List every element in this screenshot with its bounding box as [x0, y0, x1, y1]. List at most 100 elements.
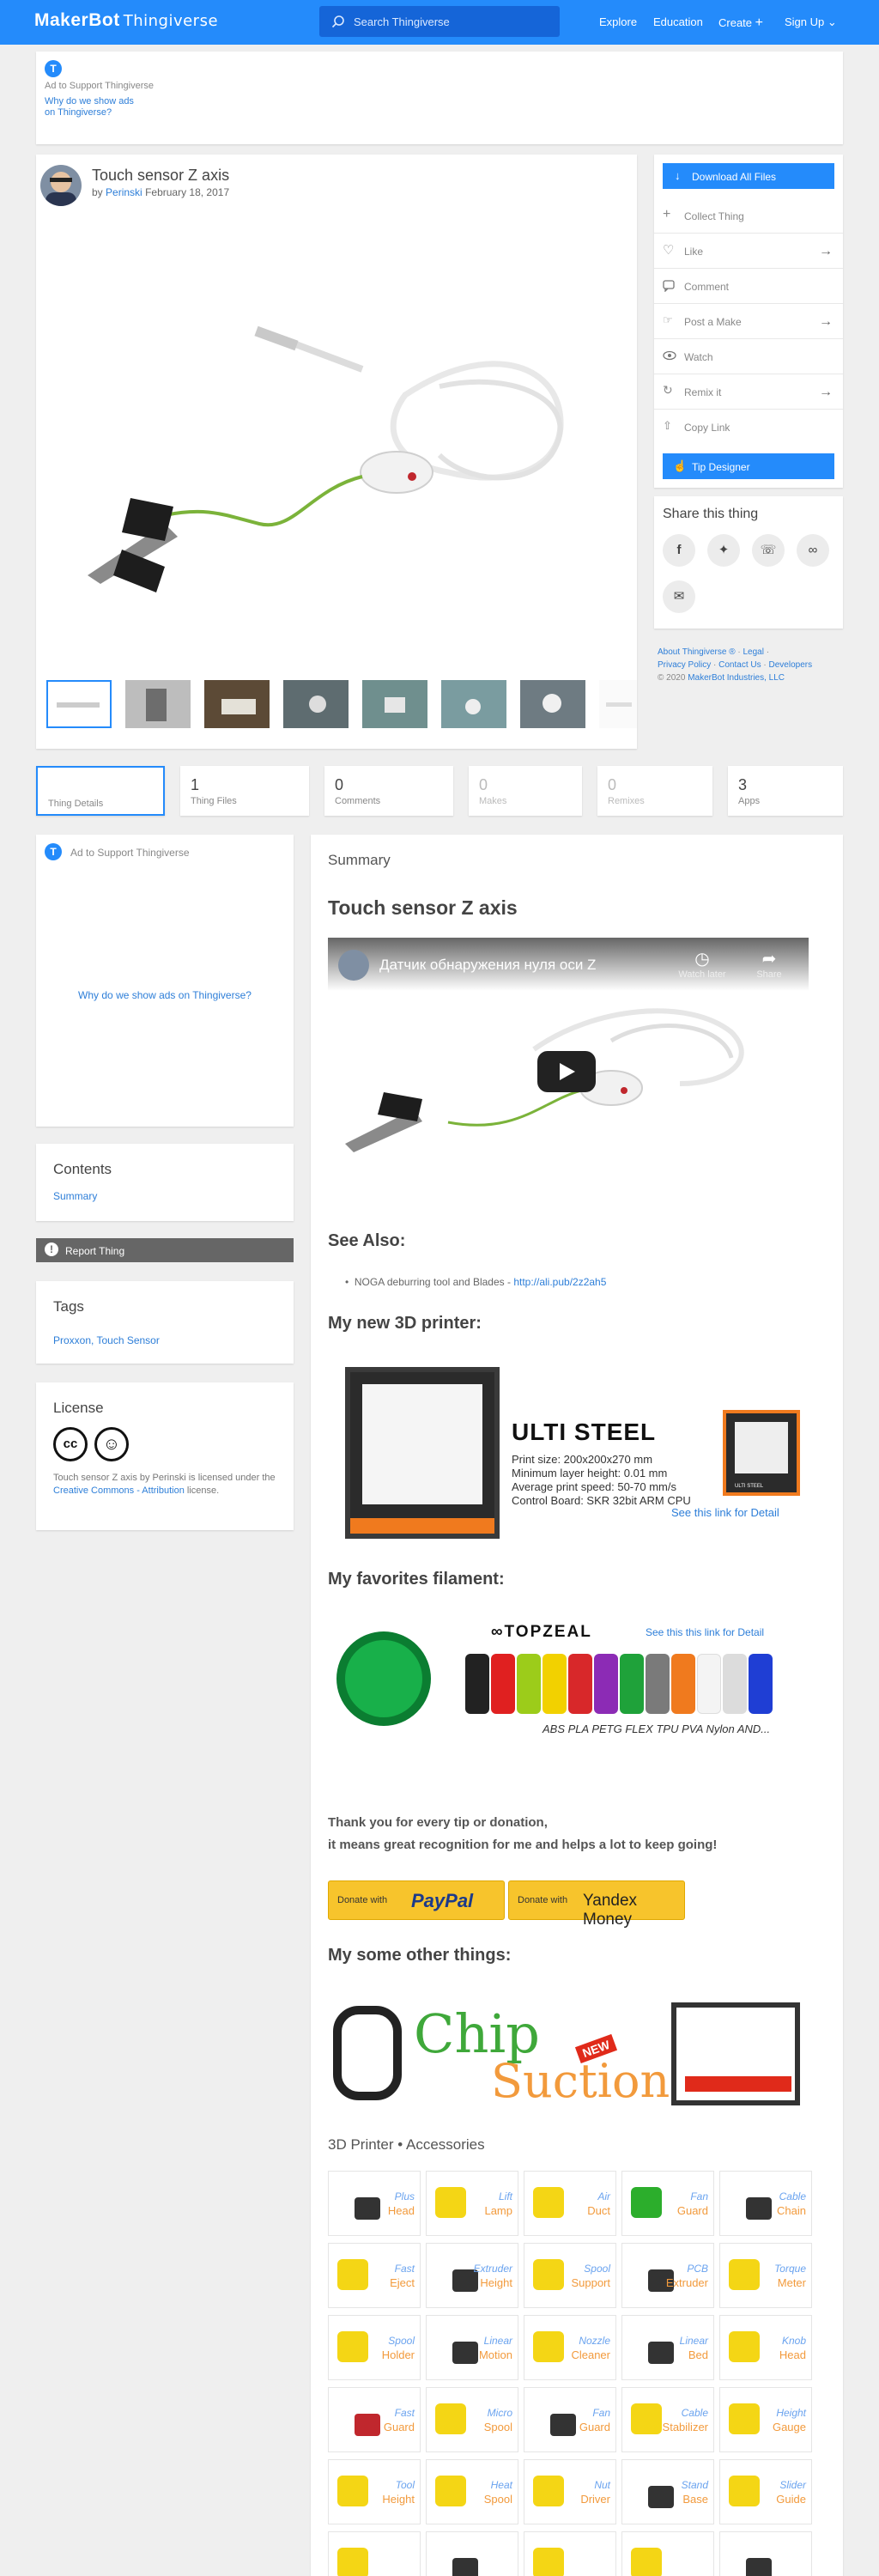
accessory-tile[interactable]: Extruder Height: [426, 2243, 518, 2308]
download-all-files-button[interactable]: ↓ Download All Files: [663, 163, 834, 189]
accessory-tile[interactable]: Fast Guard: [328, 2387, 421, 2452]
tab-thing-details[interactable]: Thing Details: [36, 766, 165, 816]
link-icon[interactable]: ∞: [797, 534, 829, 567]
logo-product: Thingiverse: [123, 12, 219, 30]
accessory-tile[interactable]: Height Gauge: [719, 2387, 812, 2452]
accessory-tile[interactable]: Air Duct: [524, 2171, 616, 2236]
twitter-icon[interactable]: ✦: [707, 534, 740, 567]
accessory-tile[interactable]: PCB Extruder: [621, 2243, 714, 2308]
thumbnail-6[interactable]: [441, 680, 506, 728]
accessory-tile[interactable]: [426, 2531, 518, 2576]
tab-makes[interactable]: 0 Makes: [469, 766, 582, 816]
thumbnail-3[interactable]: [204, 680, 270, 728]
contact-link[interactable]: Contact Us: [718, 660, 761, 670]
see-also-link[interactable]: http://ali.pub/2z2ah5: [513, 1276, 606, 1288]
copy-link-item[interactable]: ⇧ Copy Link: [654, 410, 843, 445]
channel-avatar[interactable]: [338, 950, 369, 981]
legal-link[interactable]: Legal: [743, 647, 763, 657]
accessory-tile[interactable]: Lift Lamp: [426, 2171, 518, 2236]
thumbnail-5[interactable]: [362, 680, 427, 728]
accessory-tile[interactable]: Fan Guard: [621, 2171, 714, 2236]
contents-summary-link[interactable]: Summary: [53, 1190, 97, 1202]
accessory-tile[interactable]: Micro Spool: [426, 2387, 518, 2452]
printer-banner[interactable]: ULTI STEEL Print size: 200x200x270 mm Mi…: [328, 1358, 809, 1551]
accessory-tile[interactable]: Heat Spool: [426, 2459, 518, 2524]
accessory-tile[interactable]: Plus Head: [328, 2171, 421, 2236]
tab-comments[interactable]: 0 Comments: [324, 766, 453, 816]
tags-list[interactable]: Proxxon, Touch Sensor: [53, 1334, 160, 1346]
accessory-tile[interactable]: Spool Support: [524, 2243, 616, 2308]
watch-later-button[interactable]: ◷ Watch later: [668, 948, 737, 980]
video-share-button[interactable]: ➦ Share: [743, 948, 795, 980]
tags-title: Tags: [53, 1298, 84, 1315]
facebook-icon[interactable]: f: [663, 534, 695, 567]
accessory-tile[interactable]: [524, 2531, 616, 2576]
accessory-tile[interactable]: Spool Holder: [328, 2315, 421, 2380]
author-avatar[interactable]: [40, 165, 82, 206]
tab-thing-files[interactable]: 1 Thing Files: [180, 766, 309, 816]
accessory-tile[interactable]: Linear Bed: [621, 2315, 714, 2380]
donate-yandex-button[interactable]: Donate with Yandex Money: [508, 1880, 685, 1929]
printer-detail-link[interactable]: See this link for Detail: [671, 1506, 779, 1519]
accessory-tile[interactable]: Tool Height: [328, 2459, 421, 2524]
nav-create[interactable]: Create +: [718, 15, 763, 31]
filament-detail-link[interactable]: See this this link for Detail: [646, 1626, 764, 1638]
thingiverse-logo[interactable]: MakerBot Thingiverse: [34, 10, 218, 31]
watch-item[interactable]: Watch: [654, 339, 843, 374]
report-thing-button[interactable]: ! Report Thing: [36, 1238, 294, 1262]
author-link[interactable]: Perinski: [106, 186, 142, 198]
why-ads-link-line1[interactable]: Why do we show ads: [45, 96, 134, 106]
whatsapp-icon[interactable]: ☏: [752, 534, 785, 567]
youtube-video[interactable]: Датчик обнаружения нуля оси Z ◷ Watch lat…: [328, 938, 809, 1163]
chevron-down-icon: ⌄: [827, 15, 837, 28]
accessory-tile[interactable]: [719, 2531, 812, 2576]
why-ads-link-line2[interactable]: on Thingiverse?: [45, 107, 112, 118]
search-input[interactable]: Search Thingiverse: [319, 6, 560, 37]
accessory-tile[interactable]: Stand Base: [621, 2459, 714, 2524]
accessory-tile[interactable]: Knob Head: [719, 2315, 812, 2380]
collect-thing-item[interactable]: + Collect Thing: [654, 198, 843, 234]
accessory-tile[interactable]: Fast Eject: [328, 2243, 421, 2308]
accessory-tile[interactable]: Cable Chain: [719, 2171, 812, 2236]
tip-designer-button[interactable]: ☝ Tip Designer: [663, 453, 834, 479]
thumbnail-2[interactable]: [125, 680, 191, 728]
accessories-heading: 3D Printer • Accessories: [328, 2136, 485, 2153]
nav-explore[interactable]: Explore: [599, 15, 637, 28]
attribution-icon: ☺: [94, 1427, 129, 1461]
thing-main-image[interactable]: [36, 215, 637, 661]
accessory-tile[interactable]: Torque Meter: [719, 2243, 812, 2308]
filament-banner[interactable]: ∞TOPZEAL See this this link for Detail A…: [328, 1614, 809, 1747]
accessory-tile[interactable]: Slider Guide: [719, 2459, 812, 2524]
privacy-link[interactable]: Privacy Policy: [658, 660, 711, 670]
accessory-tile[interactable]: Linear Motion: [426, 2315, 518, 2380]
post-a-make-item[interactable]: ☞ Post a Make →: [654, 304, 843, 339]
about-link[interactable]: About Thingiverse ®: [658, 647, 736, 657]
thumbnail-1[interactable]: [46, 680, 112, 728]
accessory-tile[interactable]: Nut Driver: [524, 2459, 616, 2524]
thumbnail-4[interactable]: [283, 680, 349, 728]
license-link[interactable]: Creative Commons - Attribution: [53, 1485, 185, 1496]
accessory-tile[interactable]: [621, 2531, 714, 2576]
accessory-tile[interactable]: Cable Stabilizer: [621, 2387, 714, 2452]
play-button[interactable]: [537, 1051, 596, 1092]
why-ads-link[interactable]: Why do we show ads on Thingiverse?: [36, 989, 294, 1001]
remix-it-item[interactable]: ↻ Remix it →: [654, 374, 843, 410]
thumbnail-7[interactable]: [520, 680, 585, 728]
accessory-tile[interactable]: Nozzle Cleaner: [524, 2315, 616, 2380]
developers-link[interactable]: Developers: [769, 660, 813, 670]
comment-item[interactable]: Comment: [654, 269, 843, 304]
donate-paypal-button[interactable]: Donate with PayPal: [328, 1880, 505, 1920]
video-title[interactable]: Датчик обнаружения нуля оси Z: [379, 957, 596, 974]
thumbnail-8[interactable]: [599, 680, 637, 728]
chip-suction-banner[interactable]: Chip Suction NEW: [328, 1989, 812, 2116]
tab-apps[interactable]: 3 Apps: [728, 766, 843, 816]
email-icon[interactable]: ✉: [663, 580, 695, 613]
like-item[interactable]: ♡ Like →: [654, 234, 843, 269]
nav-sign-up[interactable]: Sign Up ⌄: [785, 15, 837, 29]
tab-remixes[interactable]: 0 Remixes: [597, 766, 712, 816]
accessory-tile[interactable]: Fan Guard: [524, 2387, 616, 2452]
nav-education[interactable]: Education: [653, 15, 703, 28]
filament-spool-image: [336, 1631, 431, 1726]
company-link[interactable]: MakerBot Industries, LLC: [688, 673, 785, 683]
accessory-tile[interactable]: [328, 2531, 421, 2576]
